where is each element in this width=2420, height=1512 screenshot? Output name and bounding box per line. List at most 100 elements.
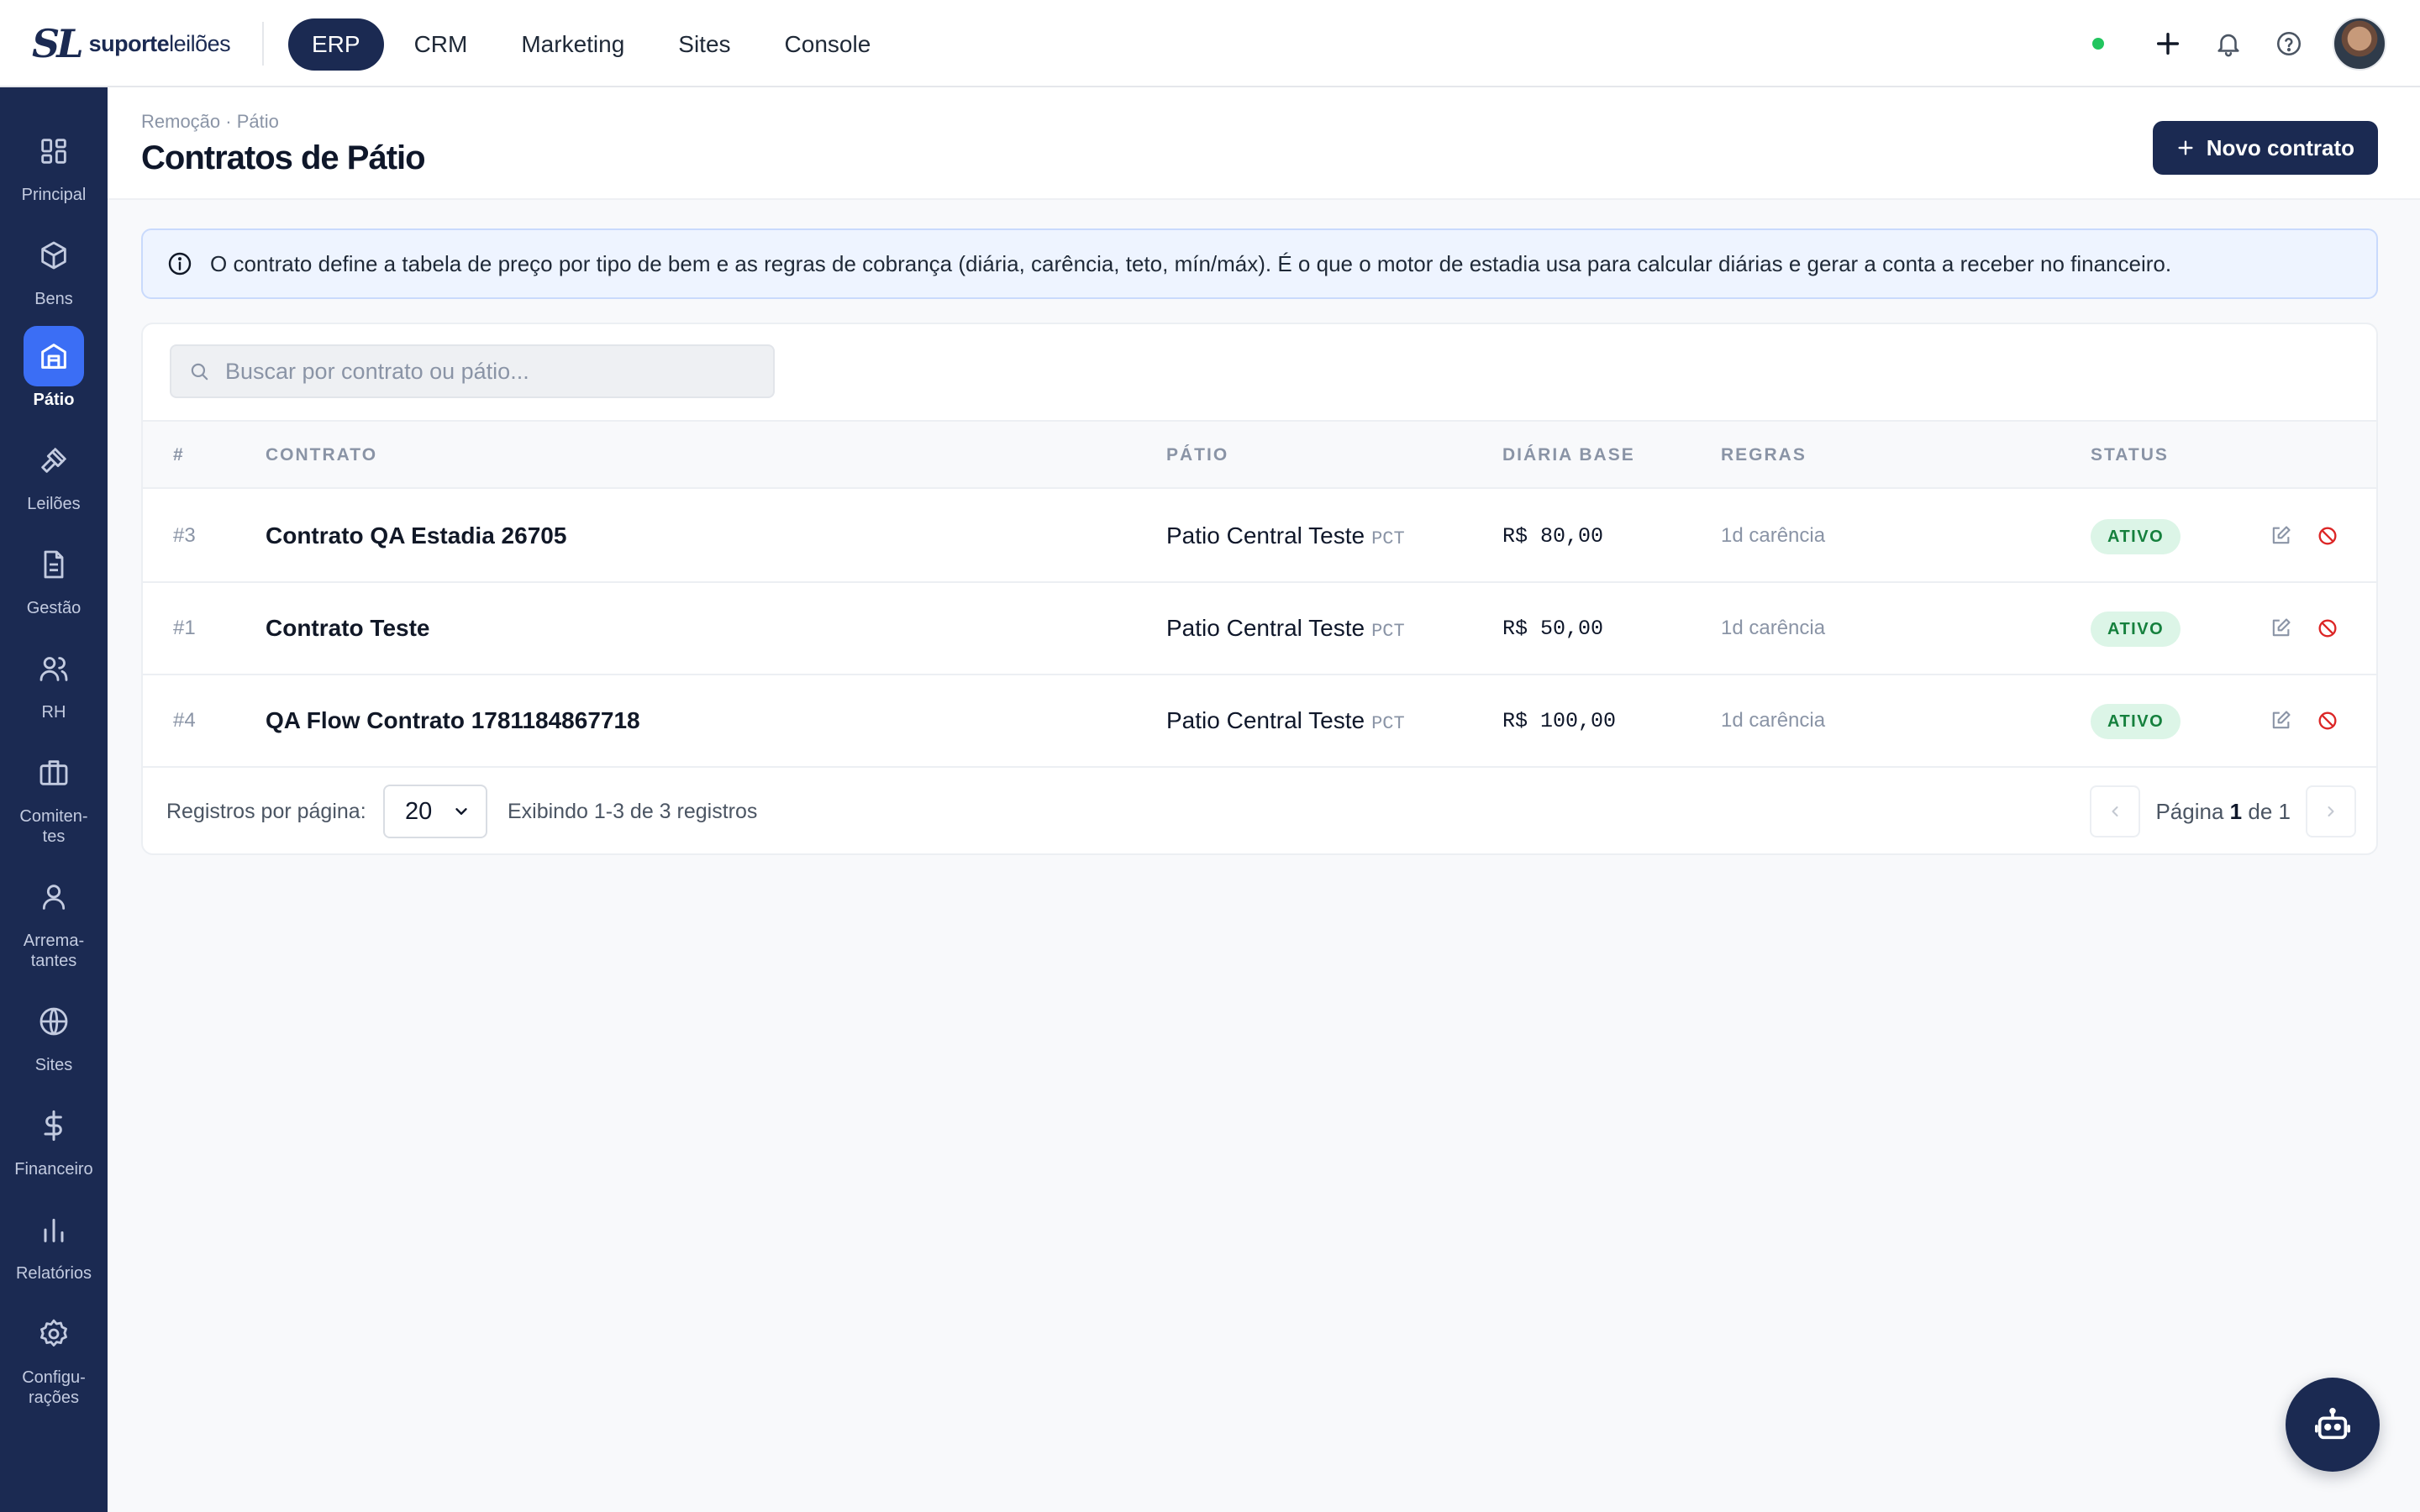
- deactivate-icon[interactable]: [2312, 521, 2343, 551]
- column-header-contract: CONTRATO: [266, 445, 378, 465]
- online-status-dot: [2092, 38, 2104, 50]
- bell-icon[interactable]: [2212, 27, 2245, 60]
- logo[interactable]: SL suporteleilões: [32, 21, 231, 66]
- info-icon: [168, 252, 192, 276]
- column-header-rules: REGRAS: [1721, 445, 1807, 465]
- per-page-value: 20: [405, 797, 433, 825]
- logo-mark: SL: [32, 21, 84, 66]
- user-icon: [24, 867, 84, 927]
- assistant-bot-button[interactable]: [2286, 1378, 2380, 1472]
- search-box[interactable]: [170, 344, 775, 398]
- sidebar-item-principal[interactable]: Principal: [0, 121, 108, 205]
- sidebar-item-label: RH: [41, 703, 66, 722]
- sidebar-item-label: Bens: [34, 290, 73, 308]
- sidebar-item-sites[interactable]: Sites: [0, 991, 108, 1075]
- row-patio-code: PCT: [1371, 621, 1405, 642]
- per-page-label: Registros por página:: [166, 800, 366, 823]
- sidebar-item-relatorios[interactable]: Relatórios: [0, 1200, 108, 1284]
- next-page-button[interactable]: [2306, 785, 2356, 837]
- row-patio: Patio Central Teste PCT: [1166, 522, 1405, 549]
- gavel-icon: [24, 430, 84, 491]
- row-patio: Patio Central Teste PCT: [1166, 707, 1405, 734]
- column-header-patio: PÁTIO: [1166, 445, 1229, 465]
- row-contract[interactable]: Contrato Teste: [266, 615, 430, 642]
- sidebar-item-financeiro[interactable]: Financeiro: [0, 1095, 108, 1179]
- row-patio-code: PCT: [1371, 528, 1405, 549]
- row-id: #4: [173, 709, 196, 732]
- sidebar-item-label: Configu-rações: [22, 1368, 86, 1407]
- sidebar-item-arrematantes[interactable]: Arrema-tantes: [0, 867, 108, 971]
- sidebar-item-rh[interactable]: RH: [0, 638, 108, 722]
- breadcrumb[interactable]: Remoção · Pátio: [141, 111, 279, 133]
- sidebar-item-leiloes[interactable]: Leilões: [0, 430, 108, 514]
- row-contract[interactable]: QA Flow Contrato 1781184867718: [266, 707, 640, 734]
- row-rules: 1d carência: [1721, 617, 1826, 639]
- page-indicator: Página 1 de 1: [2155, 798, 2291, 824]
- edit-icon[interactable]: [2265, 521, 2296, 551]
- row-patio: Patio Central Teste PCT: [1166, 615, 1405, 642]
- column-header-id: #: [173, 445, 185, 465]
- contracts-card: # CONTRATO PÁTIO DIÁRIA BASE REGRAS STAT…: [141, 323, 2378, 855]
- new-contract-button[interactable]: Novo contrato: [2152, 121, 2378, 175]
- info-text: O contrato define a tabela de preço por …: [210, 250, 2172, 276]
- row-contract[interactable]: Contrato QA Estadia 26705: [266, 522, 566, 549]
- status-badge: ATIVO: [2091, 519, 2181, 554]
- table-header: # CONTRATO PÁTIO DIÁRIA BASE REGRAS STAT…: [143, 420, 2376, 489]
- topnav-console[interactable]: Console: [761, 18, 895, 71]
- topnav-erp[interactable]: ERP: [288, 18, 384, 71]
- row-daily: R$ 50,00: [1502, 617, 1604, 641]
- search-icon: [191, 363, 208, 381]
- row-rules: 1d carência: [1721, 524, 1826, 547]
- sidebar-item-label: Arrema-tantes: [23, 932, 85, 970]
- sidebar-item-comitentes[interactable]: Comiten-tes: [0, 743, 108, 847]
- sidebar-item-bens[interactable]: Bens: [0, 225, 108, 309]
- search-input[interactable]: [225, 358, 763, 385]
- topnav-marketing[interactable]: Marketing: [497, 18, 648, 71]
- plus-icon[interactable]: [2151, 27, 2185, 60]
- sidebar-item-label: Principal: [21, 186, 87, 204]
- sidebar-item-label: Sites: [34, 1056, 73, 1074]
- sidebar-item-gestao[interactable]: Gestão: [0, 534, 108, 618]
- edit-icon[interactable]: [2265, 706, 2296, 736]
- sidebar-item-label: Comiten-tes: [19, 807, 88, 846]
- user-avatar[interactable]: [2333, 17, 2386, 71]
- page-title: Contratos de Pátio: [141, 139, 426, 176]
- sidebar-item-label: Relatórios: [15, 1264, 92, 1283]
- sidebar-item-patio[interactable]: Pátio: [0, 326, 108, 410]
- bar-chart-icon: [24, 1200, 84, 1260]
- per-page-select[interactable]: 20: [383, 785, 487, 838]
- deactivate-icon[interactable]: [2312, 613, 2343, 643]
- table-row[interactable]: #3 Contrato QA Estadia 26705 Patio Centr…: [143, 491, 2376, 583]
- row-id: #1: [173, 617, 196, 639]
- box-icon: [24, 225, 84, 286]
- edit-icon[interactable]: [2265, 613, 2296, 643]
- row-patio-code: PCT: [1371, 713, 1405, 734]
- row-daily: R$ 100,00: [1502, 709, 1617, 733]
- warehouse-icon: [24, 326, 84, 386]
- table-row[interactable]: #1 Contrato Teste Patio Central Teste PCT…: [143, 583, 2376, 675]
- logo-text: suporteleilões: [88, 30, 231, 56]
- records-info: Exibindo 1-3 de 3 registros: [508, 800, 758, 823]
- topnav-crm[interactable]: CRM: [391, 18, 492, 71]
- dollar-icon: [24, 1095, 84, 1156]
- chevron-right-icon: [2328, 806, 2334, 816]
- gear-icon: [24, 1304, 84, 1364]
- plus-icon: [2178, 140, 2193, 155]
- column-header-status: STATUS: [2091, 445, 2169, 465]
- topnav-sites[interactable]: Sites: [655, 18, 754, 71]
- previous-page-button[interactable]: [2090, 785, 2141, 837]
- sidebar-item-label: Financeiro: [14, 1160, 93, 1179]
- chevron-left-icon: [2112, 806, 2118, 816]
- sidebar-item-label: Leilões: [27, 495, 81, 513]
- pagination: Página 1 de 1: [2090, 785, 2356, 838]
- table-row[interactable]: #4 QA Flow Contrato 1781184867718 Patio …: [143, 675, 2376, 768]
- top-right-actions: [2092, 17, 2386, 71]
- help-icon[interactable]: [2272, 27, 2306, 60]
- table-footer: Registros por página: 20 Exibindo 1-3 de…: [143, 768, 2376, 853]
- deactivate-icon[interactable]: [2312, 706, 2343, 736]
- dashboard-icon: [24, 121, 84, 181]
- sidebar: Principal Bens Pátio Leilões Gestão RH C…: [0, 87, 108, 1512]
- top-nav: ERP CRM Marketing Sites Console: [288, 18, 894, 71]
- sidebar-item-configuracoes[interactable]: Configu-rações: [0, 1304, 108, 1408]
- status-badge: ATIVO: [2091, 704, 2181, 739]
